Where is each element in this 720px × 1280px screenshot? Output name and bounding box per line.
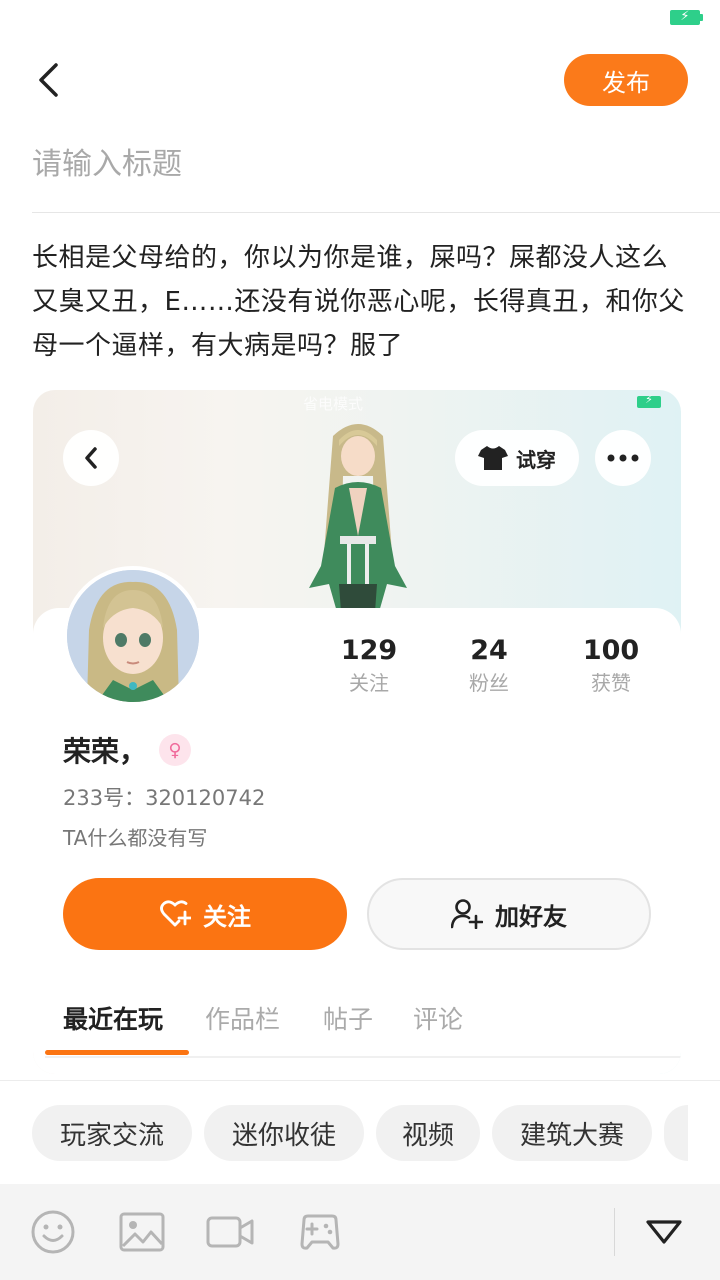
collapse-triangle-icon — [646, 1220, 682, 1244]
editor-toolbar — [0, 1184, 720, 1280]
video-button[interactable] — [206, 1208, 254, 1256]
toolbar-separator — [614, 1208, 615, 1256]
female-icon: ♀ — [159, 734, 191, 766]
post-body-text[interactable]: 长相是父母给的，你以为你是谁，屎吗？屎都没人这么又臭又丑，E……还没有说你恶心呢… — [32, 236, 688, 368]
embedded-status-bar: 省电模式 ⚡ — [33, 390, 681, 416]
stat-value: 129 — [340, 635, 398, 666]
image-icon — [119, 1212, 165, 1252]
profile-name: 荣荣， — [63, 735, 148, 768]
stat-value: 24 — [470, 635, 508, 666]
stat-following: 129 关注 — [309, 634, 429, 698]
video-icon — [206, 1216, 254, 1248]
game-icon — [300, 1214, 340, 1250]
character-figure — [283, 416, 433, 612]
profile-tabs: 最近在玩 作品栏 帖子 评论 — [33, 990, 681, 1060]
chevron-left-icon — [85, 447, 97, 469]
tab-divider — [45, 1056, 681, 1058]
title-divider — [32, 212, 720, 213]
collapse-keyboard-button[interactable] — [640, 1208, 688, 1256]
title-input[interactable] — [32, 138, 688, 190]
follow-label: 关注 — [203, 902, 251, 931]
tab-works: 作品栏 — [205, 1005, 281, 1034]
embedded-battery-icon: ⚡ — [637, 393, 661, 408]
heart-plus-icon — [160, 900, 191, 927]
back-button[interactable] — [26, 58, 70, 102]
more-dots-icon — [607, 454, 639, 462]
emoji-button[interactable] — [29, 1208, 77, 1256]
follow-button: 关注 — [63, 878, 347, 950]
topic-chip[interactable]: 玩家交流 — [32, 1105, 192, 1161]
publish-button[interactable]: 发布 — [564, 54, 688, 106]
avatar — [63, 566, 203, 706]
attached-screenshot[interactable]: 省电模式 ⚡ 试穿 129 关注 24 粉丝 100 获赞 荣荣， ♀ 233号… — [33, 390, 681, 1074]
topic-chip[interactable]: 迷你收徒 — [204, 1105, 364, 1161]
topic-chip-partial[interactable] — [664, 1105, 688, 1161]
stat-likes: 100 获赞 — [551, 634, 671, 698]
tab-posts: 帖子 — [323, 1005, 374, 1034]
add-friend-button: 加好友 — [367, 878, 651, 950]
battery-icon: ⚡ — [670, 9, 703, 25]
stat-value: 100 — [582, 635, 640, 666]
embedded-back-button — [63, 430, 119, 486]
stat-label: 粉丝 — [469, 671, 509, 695]
image-button[interactable] — [118, 1208, 166, 1256]
shirt-icon — [478, 446, 508, 470]
status-bar: ⚡ — [0, 0, 720, 36]
profile-uid: 233号：320120742 — [63, 786, 266, 810]
try-on-label: 试穿 — [516, 447, 556, 472]
tab-recently-playing: 最近在玩 — [63, 1005, 164, 1034]
profile-bio: TA什么都没有写 — [63, 826, 208, 850]
stat-label: 获赞 — [591, 671, 631, 695]
power-saving-label: 省电模式 — [303, 395, 364, 413]
chevron-left-icon — [39, 63, 58, 97]
more-options-button — [595, 430, 651, 486]
stat-label: 关注 — [349, 671, 389, 695]
try-on-button: 试穿 — [455, 430, 579, 486]
topic-chip[interactable]: 建筑大赛 — [492, 1105, 652, 1161]
active-tab-indicator — [45, 1050, 189, 1055]
topic-chip-bar: 玩家交流 迷你收徒 视频 建筑大赛 — [0, 1080, 720, 1184]
topic-chip[interactable]: 视频 — [376, 1105, 480, 1161]
game-button[interactable] — [296, 1208, 344, 1256]
stat-followers: 24 粉丝 — [429, 634, 549, 698]
tab-comments: 评论 — [413, 1005, 464, 1034]
add-user-icon — [451, 899, 483, 929]
emoji-icon — [31, 1210, 75, 1254]
add-friend-label: 加好友 — [495, 902, 567, 931]
